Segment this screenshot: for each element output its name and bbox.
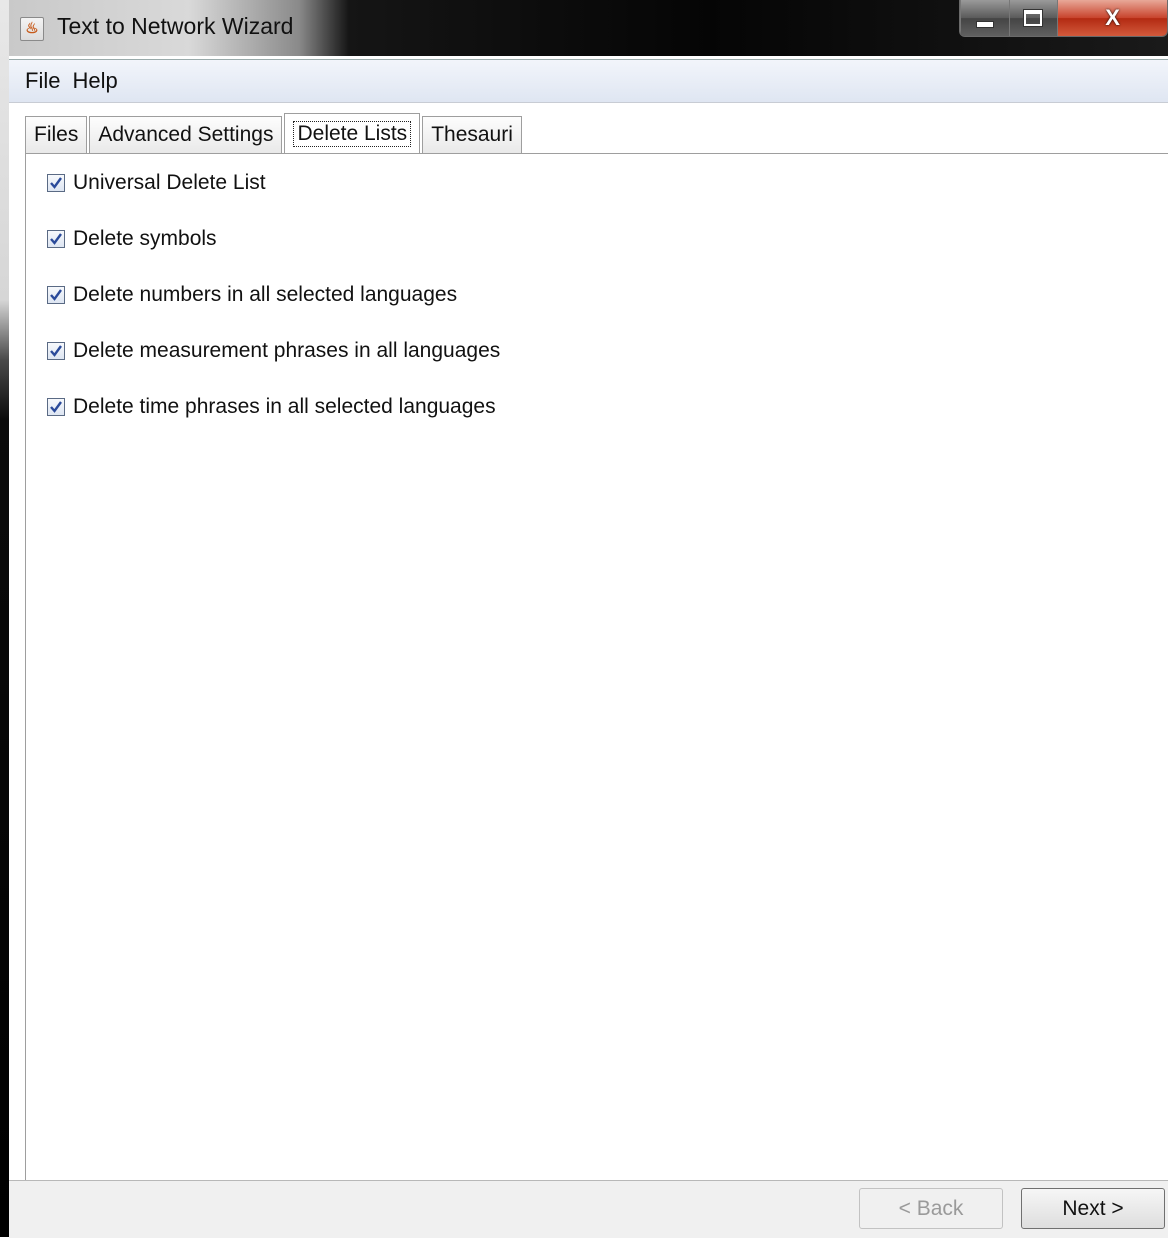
java-coffee-icon[interactable]: ♨ (20, 17, 44, 41)
checkmark-icon (50, 233, 62, 245)
tab-label: Delete Lists (293, 121, 412, 147)
option-label: Universal Delete List (73, 171, 266, 194)
menu-bar: File Help (9, 59, 1168, 103)
menu-help[interactable]: Help (66, 68, 123, 94)
close-icon: X (1105, 5, 1120, 30)
button-bar: < Back Next > (9, 1180, 1168, 1238)
window-controls: X (959, 0, 1168, 37)
checkbox[interactable] (47, 286, 65, 304)
option-delete-measurement-phrases[interactable]: Delete measurement phrases in all langua… (47, 339, 500, 363)
checkmark-icon (50, 401, 62, 413)
tab-files[interactable]: Files (25, 116, 88, 153)
checkmark-icon (50, 177, 62, 189)
tab-advanced-settings[interactable]: Advanced Settings (89, 116, 283, 153)
next-button[interactable]: Next > (1021, 1188, 1165, 1229)
checkbox[interactable] (47, 230, 65, 248)
tab-delete-lists[interactable]: Delete Lists (284, 113, 421, 154)
checkbox[interactable] (47, 398, 65, 416)
option-label: Delete symbols (73, 227, 217, 250)
option-universal-delete-list[interactable]: Universal Delete List (47, 171, 266, 195)
tab-label: Advanced Settings (98, 123, 274, 146)
checkmark-icon (50, 289, 62, 301)
option-delete-symbols[interactable]: Delete symbols (47, 227, 217, 251)
option-label: Delete measurement phrases in all langua… (73, 339, 501, 362)
option-label: Delete numbers in all selected languages (73, 283, 458, 306)
maximize-button[interactable] (1008, 0, 1058, 36)
tab-label: Thesauri (431, 123, 513, 146)
checkbox[interactable] (47, 342, 65, 360)
minimize-button[interactable] (960, 0, 1009, 36)
close-button[interactable]: X (1057, 0, 1167, 36)
tab-thesauri[interactable]: Thesauri (422, 116, 522, 153)
checkmark-icon (50, 345, 62, 357)
desktop-edge (0, 0, 9, 1237)
menu-file[interactable]: File (9, 68, 66, 94)
window-title: Text to Network Wizard (57, 13, 294, 39)
option-delete-time-phrases[interactable]: Delete time phrases in all selected lang… (47, 395, 496, 419)
back-button[interactable]: < Back (859, 1188, 1003, 1229)
option-label: Delete time phrases in all selected lang… (73, 395, 496, 418)
tab-label: Files (34, 123, 79, 146)
tab-strip: Files Advanced Settings Delete Lists The… (25, 112, 524, 154)
title-bar: ♨ Text to Network Wizard X (9, 0, 1168, 56)
option-delete-numbers[interactable]: Delete numbers in all selected languages (47, 283, 457, 307)
delete-lists-panel: Universal Delete List Delete symbols Del… (25, 153, 1168, 1181)
wizard-window: ♨ Text to Network Wizard X File Help Fil… (9, 0, 1168, 1238)
checkbox[interactable] (47, 174, 65, 192)
maximize-icon (1023, 9, 1044, 27)
minimize-icon (975, 20, 994, 28)
